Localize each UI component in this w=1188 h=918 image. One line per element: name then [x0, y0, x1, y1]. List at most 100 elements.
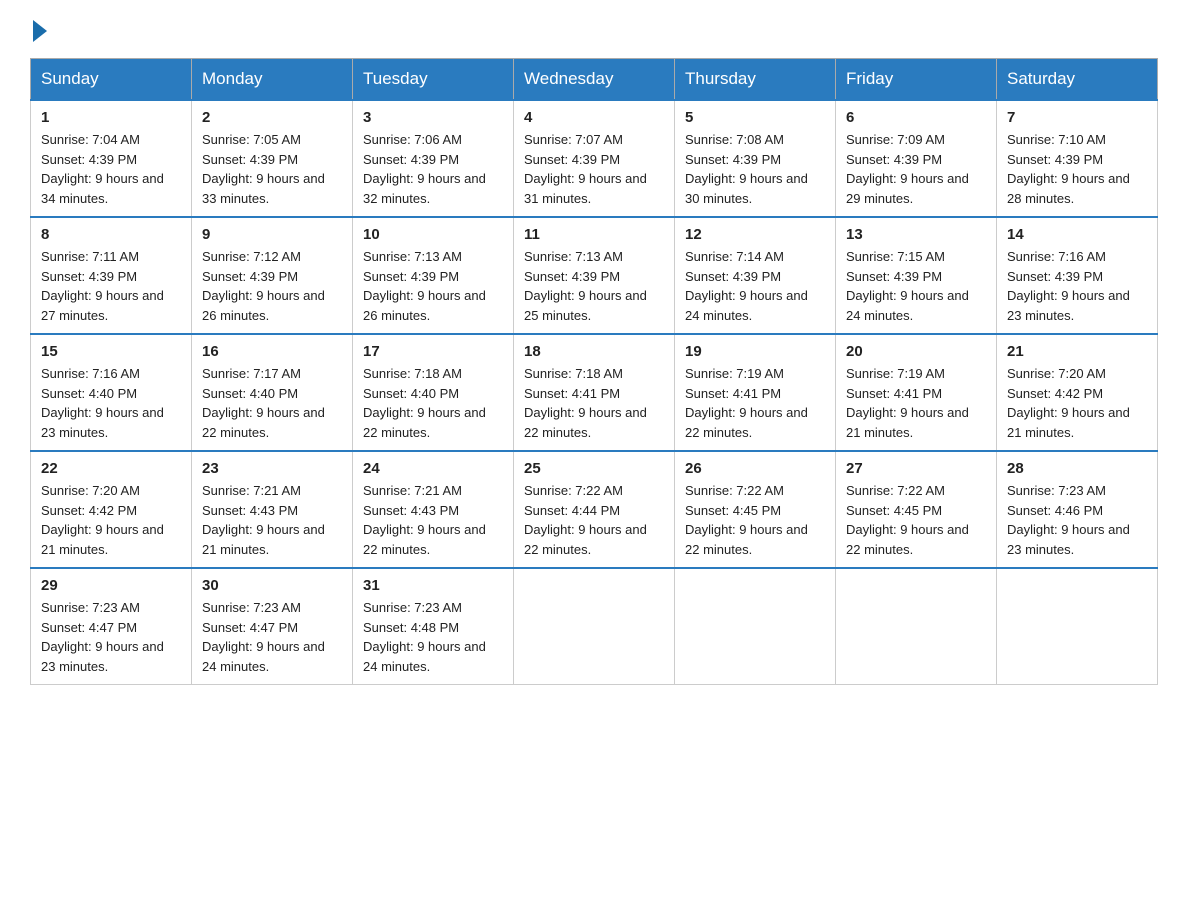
day-number: 12 [685, 226, 825, 243]
calendar-day-cell: 19 Sunrise: 7:19 AMSunset: 4:41 PMDayligh… [675, 334, 836, 451]
day-number: 2 [202, 109, 342, 126]
day-info: Sunrise: 7:18 AMSunset: 4:41 PMDaylight:… [524, 364, 664, 442]
calendar-day-cell: 2 Sunrise: 7:05 AMSunset: 4:39 PMDaylight… [192, 100, 353, 217]
day-info: Sunrise: 7:18 AMSunset: 4:40 PMDaylight:… [363, 364, 503, 442]
calendar-day-cell: 14 Sunrise: 7:16 AMSunset: 4:39 PMDayligh… [997, 217, 1158, 334]
day-number: 31 [363, 577, 503, 594]
calendar-day-cell: 9 Sunrise: 7:12 AMSunset: 4:39 PMDaylight… [192, 217, 353, 334]
day-info: Sunrise: 7:21 AMSunset: 4:43 PMDaylight:… [202, 481, 342, 559]
calendar-day-cell [997, 568, 1158, 685]
calendar-day-cell: 16 Sunrise: 7:17 AMSunset: 4:40 PMDayligh… [192, 334, 353, 451]
day-info: Sunrise: 7:23 AMSunset: 4:47 PMDaylight:… [41, 598, 181, 676]
day-info: Sunrise: 7:22 AMSunset: 4:44 PMDaylight:… [524, 481, 664, 559]
day-info: Sunrise: 7:08 AMSunset: 4:39 PMDaylight:… [685, 130, 825, 208]
day-number: 29 [41, 577, 181, 594]
calendar-header-tuesday: Tuesday [353, 59, 514, 101]
day-info: Sunrise: 7:21 AMSunset: 4:43 PMDaylight:… [363, 481, 503, 559]
calendar-day-cell: 8 Sunrise: 7:11 AMSunset: 4:39 PMDaylight… [31, 217, 192, 334]
day-info: Sunrise: 7:16 AMSunset: 4:40 PMDaylight:… [41, 364, 181, 442]
calendar-week-row: 15 Sunrise: 7:16 AMSunset: 4:40 PMDayligh… [31, 334, 1158, 451]
day-number: 10 [363, 226, 503, 243]
calendar-day-cell: 4 Sunrise: 7:07 AMSunset: 4:39 PMDaylight… [514, 100, 675, 217]
day-number: 24 [363, 460, 503, 477]
calendar-day-cell: 20 Sunrise: 7:19 AMSunset: 4:41 PMDayligh… [836, 334, 997, 451]
calendar-day-cell: 25 Sunrise: 7:22 AMSunset: 4:44 PMDayligh… [514, 451, 675, 568]
day-number: 15 [41, 343, 181, 360]
calendar-table: SundayMondayTuesdayWednesdayThursdayFrid… [30, 58, 1158, 685]
calendar-day-cell [514, 568, 675, 685]
calendar-header-sunday: Sunday [31, 59, 192, 101]
day-number: 6 [846, 109, 986, 126]
day-number: 13 [846, 226, 986, 243]
calendar-day-cell: 27 Sunrise: 7:22 AMSunset: 4:45 PMDayligh… [836, 451, 997, 568]
calendar-day-cell: 26Sunrise: 7:22 AMSunset: 4:45 PMDayligh… [675, 451, 836, 568]
day-info: Sunrise: 7:10 AMSunset: 4:39 PMDaylight:… [1007, 130, 1147, 208]
calendar-day-cell: 28Sunrise: 7:23 AMSunset: 4:46 PMDayligh… [997, 451, 1158, 568]
calendar-day-cell: 24 Sunrise: 7:21 AMSunset: 4:43 PMDayligh… [353, 451, 514, 568]
day-number: 7 [1007, 109, 1147, 126]
calendar-header-wednesday: Wednesday [514, 59, 675, 101]
calendar-day-cell: 23 Sunrise: 7:21 AMSunset: 4:43 PMDayligh… [192, 451, 353, 568]
calendar-day-cell: 29 Sunrise: 7:23 AMSunset: 4:47 PMDayligh… [31, 568, 192, 685]
day-info: Sunrise: 7:14 AMSunset: 4:39 PMDaylight:… [685, 247, 825, 325]
day-number: 20 [846, 343, 986, 360]
logo [30, 20, 47, 38]
day-number: 11 [524, 226, 664, 243]
calendar-day-cell: 13 Sunrise: 7:15 AMSunset: 4:39 PMDayligh… [836, 217, 997, 334]
day-number: 19 [685, 343, 825, 360]
calendar-day-cell: 21 Sunrise: 7:20 AMSunset: 4:42 PMDayligh… [997, 334, 1158, 451]
page-header [30, 20, 1158, 38]
calendar-day-cell: 11 Sunrise: 7:13 AMSunset: 4:39 PMDayligh… [514, 217, 675, 334]
day-number: 4 [524, 109, 664, 126]
day-number: 18 [524, 343, 664, 360]
day-info: Sunrise: 7:12 AMSunset: 4:39 PMDaylight:… [202, 247, 342, 325]
logo-chevron-icon [33, 20, 47, 42]
day-number: 23 [202, 460, 342, 477]
day-number: 8 [41, 226, 181, 243]
day-info: Sunrise: 7:22 AMSunset: 4:45 PMDaylight:… [685, 481, 825, 559]
day-number: 22 [41, 460, 181, 477]
calendar-day-cell: 15 Sunrise: 7:16 AMSunset: 4:40 PMDayligh… [31, 334, 192, 451]
day-info: Sunrise: 7:07 AMSunset: 4:39 PMDaylight:… [524, 130, 664, 208]
day-info: Sunrise: 7:19 AMSunset: 4:41 PMDaylight:… [685, 364, 825, 442]
calendar-header-row: SundayMondayTuesdayWednesdayThursdayFrid… [31, 59, 1158, 101]
day-number: 14 [1007, 226, 1147, 243]
day-info: Sunrise: 7:22 AMSunset: 4:45 PMDaylight:… [846, 481, 986, 559]
day-info: Sunrise: 7:16 AMSunset: 4:39 PMDaylight:… [1007, 247, 1147, 325]
day-info: Sunrise: 7:20 AMSunset: 4:42 PMDaylight:… [41, 481, 181, 559]
day-info: Sunrise: 7:20 AMSunset: 4:42 PMDaylight:… [1007, 364, 1147, 442]
calendar-week-row: 29 Sunrise: 7:23 AMSunset: 4:47 PMDayligh… [31, 568, 1158, 685]
calendar-day-cell [836, 568, 997, 685]
calendar-day-cell: 22 Sunrise: 7:20 AMSunset: 4:42 PMDayligh… [31, 451, 192, 568]
calendar-day-cell: 10 Sunrise: 7:13 AMSunset: 4:39 PMDayligh… [353, 217, 514, 334]
calendar-header-thursday: Thursday [675, 59, 836, 101]
day-info: Sunrise: 7:11 AMSunset: 4:39 PMDaylight:… [41, 247, 181, 325]
calendar-day-cell: 18 Sunrise: 7:18 AMSunset: 4:41 PMDayligh… [514, 334, 675, 451]
day-info: Sunrise: 7:23 AMSunset: 4:46 PMDaylight:… [1007, 481, 1147, 559]
calendar-day-cell: 6Sunrise: 7:09 AMSunset: 4:39 PMDaylight… [836, 100, 997, 217]
day-number: 16 [202, 343, 342, 360]
day-info: Sunrise: 7:13 AMSunset: 4:39 PMDaylight:… [363, 247, 503, 325]
day-info: Sunrise: 7:19 AMSunset: 4:41 PMDaylight:… [846, 364, 986, 442]
day-info: Sunrise: 7:04 AMSunset: 4:39 PMDaylight:… [41, 130, 181, 208]
calendar-day-cell [675, 568, 836, 685]
day-number: 27 [846, 460, 986, 477]
day-number: 9 [202, 226, 342, 243]
calendar-day-cell: 1 Sunrise: 7:04 AMSunset: 4:39 PMDaylight… [31, 100, 192, 217]
calendar-day-cell: 31 Sunrise: 7:23 AMSunset: 4:48 PMDayligh… [353, 568, 514, 685]
day-info: Sunrise: 7:13 AMSunset: 4:39 PMDaylight:… [524, 247, 664, 325]
day-info: Sunrise: 7:23 AMSunset: 4:47 PMDaylight:… [202, 598, 342, 676]
day-number: 25 [524, 460, 664, 477]
day-info: Sunrise: 7:23 AMSunset: 4:48 PMDaylight:… [363, 598, 503, 676]
day-info: Sunrise: 7:05 AMSunset: 4:39 PMDaylight:… [202, 130, 342, 208]
calendar-week-row: 8 Sunrise: 7:11 AMSunset: 4:39 PMDaylight… [31, 217, 1158, 334]
calendar-day-cell: 30 Sunrise: 7:23 AMSunset: 4:47 PMDayligh… [192, 568, 353, 685]
calendar-header-monday: Monday [192, 59, 353, 101]
calendar-day-cell: 7 Sunrise: 7:10 AMSunset: 4:39 PMDaylight… [997, 100, 1158, 217]
day-number: 1 [41, 109, 181, 126]
day-info: Sunrise: 7:15 AMSunset: 4:39 PMDaylight:… [846, 247, 986, 325]
day-info: Sunrise: 7:17 AMSunset: 4:40 PMDaylight:… [202, 364, 342, 442]
day-info: Sunrise: 7:06 AMSunset: 4:39 PMDaylight:… [363, 130, 503, 208]
day-number: 21 [1007, 343, 1147, 360]
day-number: 30 [202, 577, 342, 594]
